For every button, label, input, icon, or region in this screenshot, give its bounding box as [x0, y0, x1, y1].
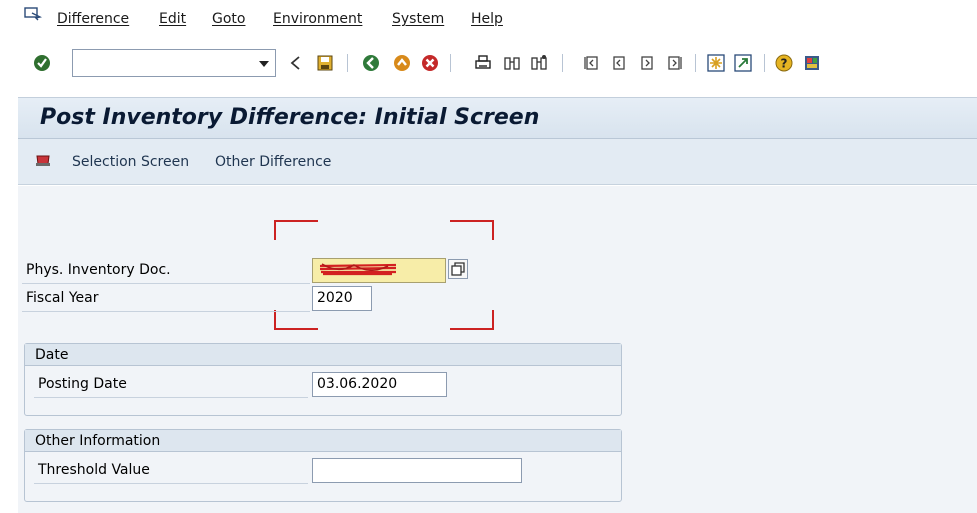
first-page-icon[interactable] — [583, 54, 601, 72]
exit-icon[interactable] — [393, 54, 411, 72]
layout-icon[interactable] — [803, 54, 821, 72]
last-page-icon[interactable] — [665, 54, 683, 72]
svg-text:?: ? — [781, 57, 788, 71]
other-information-header: Other Information — [25, 430, 621, 452]
other-difference-button[interactable]: Other Difference — [215, 154, 331, 170]
print-icon[interactable] — [474, 54, 492, 72]
command-field[interactable] — [72, 49, 276, 77]
menu-help[interactable]: Help — [471, 11, 503, 27]
menu-toggle-icon[interactable] — [24, 7, 42, 21]
menu-edit[interactable]: Edit — [159, 11, 186, 27]
shortcut-icon[interactable] — [734, 54, 752, 72]
fiscal-year-value: 2020 — [317, 290, 353, 306]
cancel-icon[interactable] — [421, 54, 439, 72]
menu-difference[interactable]: Difference — [57, 11, 129, 27]
menu-system[interactable]: System — [392, 11, 444, 27]
toolbar-separator — [764, 54, 765, 72]
enter-icon[interactable] — [33, 54, 51, 72]
menu-bar: Difference Edit Goto Environment System … — [0, 0, 977, 38]
page-title: Post Inventory Difference: Initial Scree… — [40, 105, 540, 130]
next-page-icon[interactable] — [638, 54, 656, 72]
label-underline — [22, 311, 310, 312]
fiscal-year-field[interactable]: 2020 — [312, 286, 372, 311]
copy-button[interactable] — [448, 259, 468, 279]
menu-goto[interactable]: Goto — [212, 11, 245, 27]
copy-icon — [451, 262, 465, 276]
menu-environment[interactable]: Environment — [273, 11, 362, 27]
focus-corner-bottom-left — [274, 310, 318, 330]
other-information-title: Other Information — [35, 433, 161, 449]
toolbar-separator — [347, 54, 348, 72]
posting-date-field[interactable]: 03.06.2020 — [312, 372, 447, 397]
label-underline — [34, 397, 308, 398]
toolbar-separator — [695, 54, 696, 72]
focus-corner-top-left — [274, 220, 318, 240]
focus-corner-bottom-right — [450, 310, 494, 330]
threshold-value-label: Threshold Value — [38, 462, 150, 478]
phys-inventory-doc-label: Phys. Inventory Doc. — [26, 262, 171, 278]
posting-date-value: 03.06.2020 — [317, 376, 398, 392]
posting-date-label: Posting Date — [38, 376, 127, 392]
back-icon[interactable] — [287, 54, 305, 72]
date-group-title: Date — [35, 347, 69, 363]
toolbar-separator — [450, 54, 451, 72]
selection-screen-icon[interactable] — [34, 152, 52, 168]
title-bar: Post Inventory Difference: Initial Scree… — [18, 97, 977, 139]
help-icon[interactable]: ? — [775, 54, 793, 72]
date-group-header: Date — [25, 344, 621, 366]
threshold-value-field[interactable] — [312, 458, 522, 483]
fiscal-year-label: Fiscal Year — [26, 290, 99, 306]
redacted-scribble-icon — [319, 263, 397, 276]
toolbar-separator — [562, 54, 563, 72]
find-icon[interactable] — [503, 54, 521, 72]
label-underline — [22, 283, 310, 284]
focus-corner-top-right — [450, 220, 494, 240]
chevron-down-icon[interactable] — [259, 61, 269, 67]
prev-page-icon[interactable] — [610, 54, 628, 72]
label-underline — [34, 483, 308, 484]
back-nav-icon[interactable] — [362, 54, 380, 72]
save-icon[interactable] — [316, 54, 334, 72]
selection-screen-button[interactable]: Selection Screen — [72, 154, 189, 170]
find-next-icon[interactable] — [530, 54, 548, 72]
new-session-icon[interactable] — [707, 54, 725, 72]
application-toolbar: Selection Screen Other Difference — [18, 139, 977, 185]
